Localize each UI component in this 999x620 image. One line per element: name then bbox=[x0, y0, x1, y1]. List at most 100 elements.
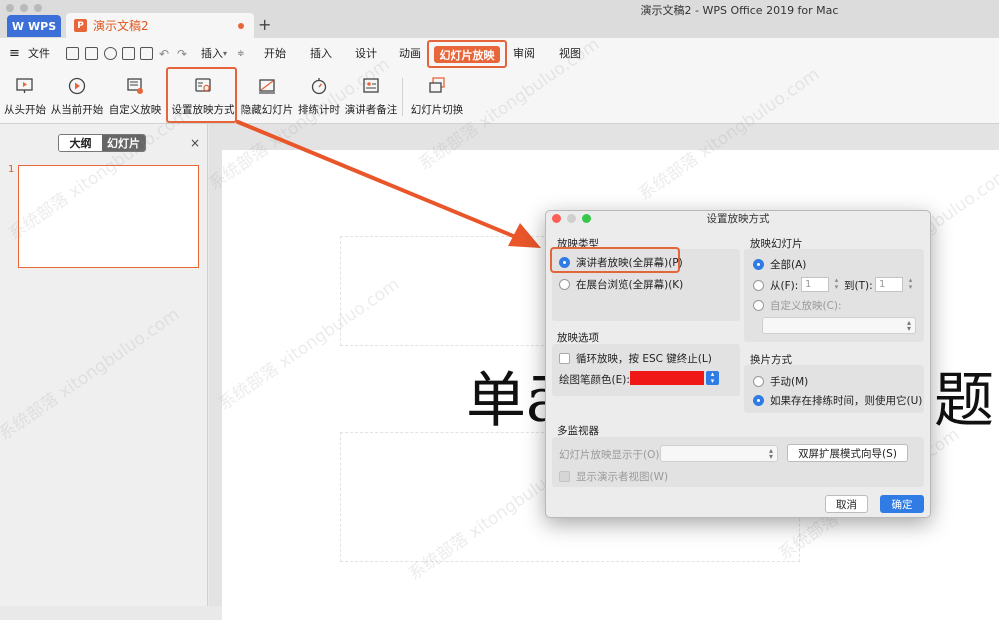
menu-slideshow-highlight[interactable]: 幻灯片放映 bbox=[427, 40, 507, 68]
radio-on-icon bbox=[559, 257, 570, 268]
tab-slides[interactable]: 幻灯片 bbox=[102, 135, 145, 151]
to-label: 到(T): bbox=[844, 280, 873, 292]
radio-manual[interactable]: 手动(M) bbox=[753, 374, 808, 389]
custom-show-label: 自定义放映 bbox=[108, 104, 162, 116]
tab-outline[interactable]: 大纲 bbox=[59, 135, 102, 151]
menu-insert-quick[interactable]: 插入 bbox=[201, 38, 223, 70]
checkbox-checked-icon bbox=[559, 471, 570, 482]
monitors-heading: 多监视器 bbox=[557, 425, 599, 437]
radio-use-timings[interactable]: 如果存在排练时间，则使用它(U) bbox=[753, 393, 922, 408]
unsaved-dot-icon bbox=[238, 23, 244, 29]
pen-color-dropdown-icon[interactable]: ▴ ▾ bbox=[706, 371, 719, 385]
radio-all-label: 全部(A) bbox=[770, 259, 807, 271]
rehearse-timings-label: 排练计时 bbox=[298, 104, 340, 116]
panel-view-switch: 大纲 幻灯片 bbox=[58, 134, 146, 152]
slide-transition-label: 幻灯片切换 bbox=[410, 104, 464, 116]
from-stepper-icon[interactable]: ▴ ▾ bbox=[832, 277, 841, 292]
speaker-notes-label: 演讲者备注 bbox=[344, 104, 398, 116]
select-arrows-icon: ▴ ▾ bbox=[768, 446, 773, 461]
rehearse-timings-button[interactable]: 排练计时 bbox=[297, 70, 341, 124]
open-folder-icon[interactable] bbox=[66, 47, 79, 60]
wps-tab-label: WPS bbox=[28, 19, 57, 33]
speaker-notes-button[interactable]: 演讲者备注 bbox=[344, 70, 398, 124]
format-painter-icon[interactable] bbox=[104, 47, 117, 60]
ok-button[interactable]: 确定 bbox=[880, 495, 924, 513]
radio-off-icon bbox=[559, 279, 570, 290]
title-bar: 演示文稿2 - WPS Office 2019 for Mac W WPS P … bbox=[0, 0, 999, 38]
menu-slideshow[interactable]: 幻灯片放映 bbox=[434, 46, 500, 63]
custom-slides-icon bbox=[127, 78, 143, 94]
pen-color-swatch[interactable] bbox=[630, 371, 704, 385]
circle-play-icon bbox=[68, 77, 86, 95]
show-on-select[interactable]: ▴ ▾ bbox=[660, 445, 778, 462]
pen-color-label: 绘图笔颜色(E): bbox=[559, 374, 630, 386]
menu-insert[interactable]: 插入 bbox=[310, 38, 332, 70]
presentation-icon: P bbox=[74, 19, 87, 32]
show-options-heading: 放映选项 bbox=[557, 332, 599, 344]
presenter-view-checkbox[interactable]: 显示演示者视图(W) bbox=[559, 469, 668, 484]
dual-screen-wizard-button[interactable]: 双屏扩展模式向导(S) bbox=[787, 444, 908, 462]
save-icon[interactable] bbox=[85, 47, 98, 60]
from-current-label: 从当前开始 bbox=[50, 104, 104, 116]
radio-all-slides[interactable]: 全部(A) bbox=[753, 257, 806, 272]
from-beginning-button[interactable]: 从头开始 bbox=[4, 70, 46, 124]
slide-transition-button[interactable]: 幻灯片切换 bbox=[408, 70, 466, 124]
chevron-down-icon[interactable]: ▾ bbox=[223, 38, 227, 70]
radio-off-icon bbox=[753, 300, 764, 311]
to-stepper-icon[interactable]: ▴ ▾ bbox=[906, 277, 915, 292]
radio-manual-label: 手动(M) bbox=[770, 376, 809, 388]
menu-view[interactable]: 视图 bbox=[559, 38, 581, 70]
radio-from-to[interactable]: 从(F): bbox=[753, 278, 798, 293]
menu-review[interactable]: 审阅 bbox=[513, 38, 535, 70]
slide-title-tail: 题 bbox=[934, 366, 994, 436]
monitor-play-icon bbox=[16, 78, 33, 93]
dialog-title: 设置放映方式 bbox=[706, 213, 770, 225]
cancel-button[interactable]: 取消 bbox=[825, 495, 868, 513]
radio-from-label: 从(F): bbox=[770, 280, 799, 292]
radio-on-icon bbox=[753, 259, 764, 270]
redo-icon[interactable]: ↷ bbox=[177, 38, 187, 70]
print-preview-icon[interactable] bbox=[140, 47, 153, 60]
print-icon[interactable] bbox=[122, 47, 135, 60]
setup-show-highlight bbox=[166, 67, 237, 123]
speaker-notes-icon bbox=[363, 78, 379, 93]
slides-panel: 大纲 幻灯片 × 1 bbox=[0, 124, 208, 606]
radio-off-icon bbox=[753, 376, 764, 387]
select-arrows-icon: ▴ ▾ bbox=[906, 318, 911, 333]
radio-custom-label: 自定义放映(C): bbox=[770, 300, 842, 312]
undo-icon[interactable]: ↶ bbox=[159, 38, 169, 70]
setup-show-dialog: 设置放映方式 放映类型 演讲者放映(全屏幕)(P) 在展台浏览(全屏幕)(K) … bbox=[545, 210, 931, 518]
radio-timings-label: 如果存在排练时间，则使用它(U) bbox=[770, 395, 923, 407]
radio-presenter-label: 演讲者放映(全屏幕)(P) bbox=[576, 257, 683, 269]
slide-thumbnail[interactable] bbox=[18, 165, 199, 268]
radio-custom-show[interactable]: 自定义放映(C): bbox=[753, 298, 842, 313]
ribbon-toolbar: 从头开始 从当前开始 自定义放映 设置放映方式 隐藏幻灯片 排练计时 演讲者备注… bbox=[0, 70, 999, 124]
custom-show-button[interactable]: 自定义放映 bbox=[108, 70, 162, 124]
from-beginning-label: 从头开始 bbox=[4, 104, 46, 116]
checkbox-icon bbox=[559, 353, 570, 364]
menu-file[interactable]: 文件 bbox=[28, 38, 50, 70]
radio-presenter[interactable]: 演讲者放映(全屏幕)(P) bbox=[559, 255, 683, 270]
hide-slide-button[interactable]: 隐藏幻灯片 bbox=[240, 70, 294, 124]
close-icon[interactable]: × bbox=[190, 136, 200, 150]
menu-animation[interactable]: 动画 bbox=[399, 38, 421, 70]
custom-show-select[interactable]: ▴ ▾ bbox=[762, 317, 916, 334]
wps-logo-icon: W bbox=[11, 19, 24, 33]
to-input[interactable]: 1 bbox=[875, 277, 903, 292]
customize-toolbar-icon[interactable]: ≑ bbox=[237, 38, 245, 70]
menu-home[interactable]: 开始 bbox=[264, 38, 286, 70]
from-current-button[interactable]: 从当前开始 bbox=[50, 70, 104, 124]
show-on-label: 幻灯片放映显示于(O): bbox=[559, 449, 663, 461]
document-tab-label: 演示文稿2 bbox=[93, 19, 149, 33]
from-input[interactable]: 1 bbox=[801, 277, 829, 292]
new-tab-button[interactable]: + bbox=[258, 15, 271, 34]
radio-kiosk[interactable]: 在展台浏览(全屏幕)(K) bbox=[559, 277, 683, 292]
wps-home-tab[interactable]: W WPS bbox=[7, 15, 61, 37]
hamburger-icon[interactable]: ≡ bbox=[9, 38, 20, 70]
document-tab[interactable]: P 演示文稿2 bbox=[66, 13, 254, 38]
stopwatch-icon bbox=[311, 78, 327, 95]
radio-kiosk-label: 在展台浏览(全屏幕)(K) bbox=[576, 279, 684, 291]
slide-transition-icon bbox=[429, 77, 445, 93]
loop-checkbox[interactable]: 循环放映，按 ESC 键终止(L) bbox=[559, 351, 712, 366]
menu-design[interactable]: 设计 bbox=[355, 38, 377, 70]
